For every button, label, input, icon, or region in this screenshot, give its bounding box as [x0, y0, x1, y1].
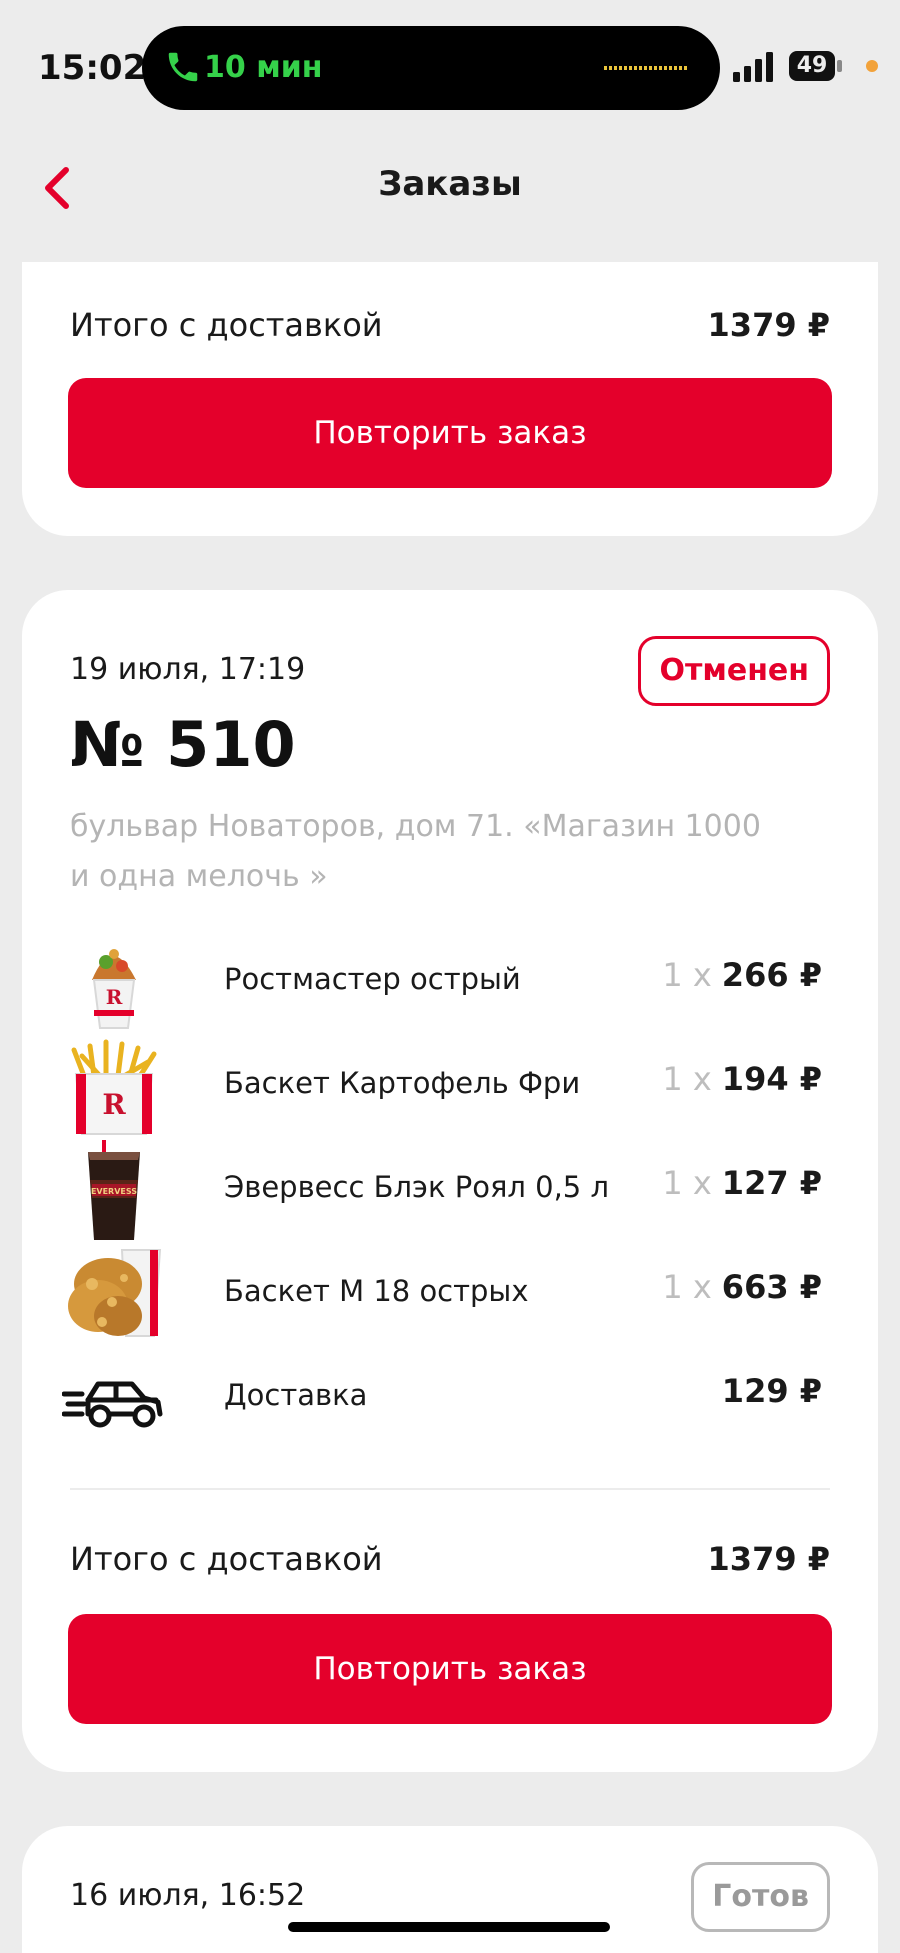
order-item: EVERVESS Эвервесс Блэк Роял 0,5 л 1 х 127…: [62, 1140, 830, 1244]
order-date: 16 июля, 16:52: [70, 1878, 306, 1913]
repeat-order-button[interactable]: Повторить заказ: [68, 378, 832, 488]
item-name: Ростмастер острый: [224, 962, 521, 996]
signal-icon: [733, 52, 773, 82]
item-name: Баскет Картофель Фри: [224, 1066, 581, 1100]
drink-icon: EVERVESS: [88, 1140, 140, 1240]
svg-text:R: R: [106, 985, 123, 1009]
total-row: Итого с доставкой 1379 ₽: [70, 306, 830, 350]
item-qty: 1 х: [662, 1268, 712, 1306]
item-price-value: 194 ₽: [721, 1060, 822, 1098]
order-number: № 510: [70, 708, 296, 781]
item-name: Эвервесс Блэк Роял 0,5 л: [224, 1170, 610, 1204]
wrap-icon: R: [92, 949, 136, 1029]
call-duration: 10 мин: [204, 50, 323, 85]
divider: [70, 1488, 830, 1490]
item-price: 1 х 127 ₽: [662, 1164, 822, 1202]
svg-text:EVERVESS: EVERVESS: [91, 1187, 137, 1196]
status-badge: Отменен: [638, 636, 830, 706]
item-qty: 1 х: [662, 1164, 712, 1202]
item-price: 1 х 663 ₽: [662, 1268, 822, 1306]
item-price-value: 266 ₽: [721, 956, 822, 994]
dynamic-island-call[interactable]: 10 мин: [142, 26, 720, 110]
fries-icon: R: [71, 1039, 157, 1135]
item-price: 129 ₽: [722, 1372, 822, 1410]
repeat-order-button[interactable]: Повторить заказ: [68, 1614, 832, 1724]
battery-level: 49: [796, 53, 828, 78]
waveform-icon: [604, 66, 687, 70]
chicken-bucket-icon: [68, 1249, 162, 1337]
total-value: 1379 ₽: [707, 1540, 830, 1578]
item-qty: 1 х: [662, 1060, 712, 1098]
item-price-value: 663 ₽: [721, 1268, 822, 1306]
order-card-next[interactable]: 16 июля, 16:52 Готов: [22, 1826, 878, 1953]
item-name: Доставка: [224, 1378, 368, 1412]
order-item-delivery: Доставка 129 ₽: [62, 1348, 830, 1452]
status-bar: 15:02 10 мин 49: [0, 22, 900, 112]
order-card-510[interactable]: 19 июля, 17:19 Отменен № 510 бульвар Нов…: [22, 590, 878, 1772]
order-address: бульвар Новаторов, дом 71. «Магазин 1000…: [70, 802, 850, 902]
item-price-value: 129 ₽: [721, 1372, 822, 1410]
status-badge: Готов: [691, 1862, 830, 1932]
delivery-car-icon: [62, 1381, 163, 1428]
address-line: и одна мелочь »: [70, 859, 328, 894]
status-time: 15:02: [38, 48, 147, 88]
item-name: Баскет М 18 острых: [224, 1274, 529, 1308]
item-price: 1 х 266 ₽: [662, 956, 822, 994]
order-card-previous: Итого с доставкой 1379 ₽ Повторить заказ: [22, 262, 878, 536]
order-date: 19 июля, 17:19: [70, 652, 306, 687]
recording-dot-icon: [866, 60, 878, 72]
home-indicator[interactable]: [288, 1922, 610, 1932]
item-qty: 1 х: [662, 956, 712, 994]
item-price-value: 127 ₽: [721, 1164, 822, 1202]
order-item: R Баскет Картофель Фри 1 х 194 ₽: [62, 1036, 830, 1140]
total-row: Итого с доставкой 1379 ₽: [70, 1540, 830, 1584]
total-label: Итого с доставкой: [70, 306, 383, 344]
item-price: 1 х 194 ₽: [662, 1060, 822, 1098]
page-title: Заказы: [378, 164, 522, 204]
nav-header: Заказы: [0, 140, 900, 230]
total-value: 1379 ₽: [707, 306, 830, 344]
orders-screen: 15:02 10 мин 49 Заказы Итого с доставкой…: [0, 0, 900, 1953]
order-item: R Ростмастер острый 1 х 266 ₽: [62, 932, 830, 1036]
svg-text:R: R: [102, 1088, 126, 1121]
order-item: Баскет М 18 острых 1 х 663 ₽: [62, 1244, 830, 1348]
address-line: бульвар Новаторов, дом 71. «Магазин 1000: [70, 809, 761, 844]
phone-icon: [168, 52, 198, 82]
total-label: Итого с доставкой: [70, 1540, 383, 1578]
